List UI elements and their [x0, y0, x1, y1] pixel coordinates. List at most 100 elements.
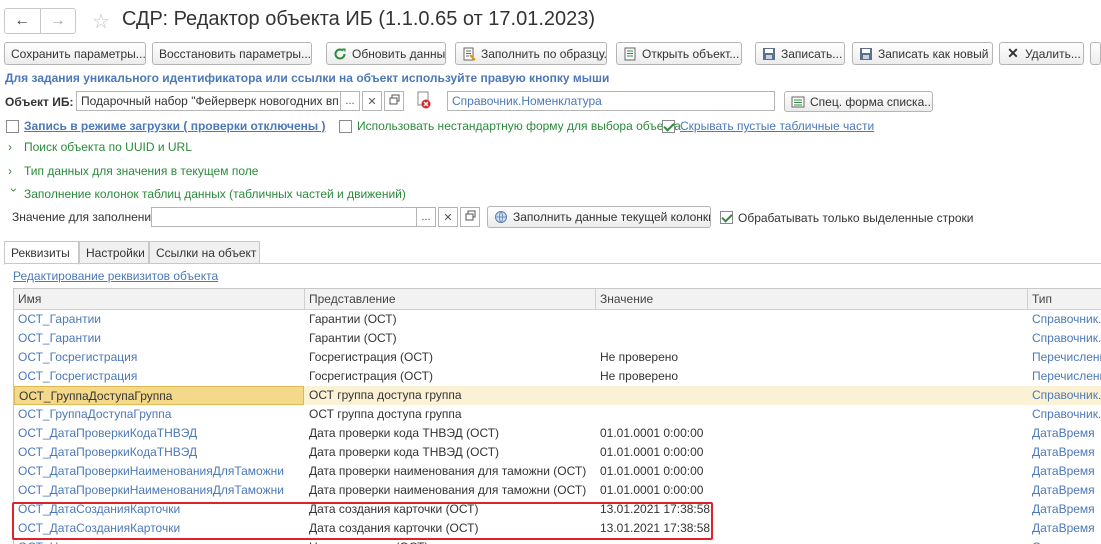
column-header-name[interactable]: Имя	[14, 289, 305, 309]
fill-clear-button[interactable]: ✕	[438, 207, 458, 227]
cell-presentation: Госрегистрация (ОСТ)	[309, 369, 433, 383]
cell-name: ОСТ_ГруппаДоступаГруппа	[18, 407, 172, 421]
cell-name: ОСТ_ДатаПроверкиКодаТНВЭД	[18, 445, 198, 459]
fill-sample-icon	[462, 47, 476, 61]
open-button[interactable]	[384, 91, 404, 111]
section-data-type[interactable]: › Тип данных для значения в текущем поле	[8, 164, 258, 178]
clear-button[interactable]: ✕	[362, 91, 382, 111]
cell-presentation: Дата проверки кода ТНВЭД (ОСТ)	[309, 426, 500, 440]
forward-button[interactable]: →	[39, 9, 76, 33]
open-object-button[interactable]: Открыть объект...	[616, 42, 742, 65]
window-title: СДР: Редактор объекта ИБ (1.1.0.65 от 17…	[122, 8, 596, 30]
restore-params-button[interactable]: Восстановить параметры...	[152, 42, 312, 65]
cell-value: 01.01.0001 0:00:00	[600, 445, 704, 459]
cell-name: ОСТ_ДатаПроверкиНаименованияДляТаможни	[18, 483, 284, 497]
arrow-right-icon: →	[49, 12, 66, 29]
select-button[interactable]: ...	[340, 91, 360, 111]
navigation-buttons: ← →	[4, 8, 76, 34]
table-row[interactable]: ОСТ_Гарантии Гарантии (ОСТ) Справочник.С	[14, 329, 1101, 348]
cell-type: ДатаВремя	[1032, 426, 1095, 440]
tab-requisites[interactable]: Реквизиты	[4, 241, 79, 265]
cell-value: Не проверено	[600, 350, 679, 364]
open-window-icon	[465, 210, 476, 224]
tab-settings[interactable]: Настройки	[79, 241, 149, 264]
cell-value	[596, 310, 1026, 329]
write-as-new-label: Записать как новый	[878, 46, 989, 61]
favorite-star-icon[interactable]: ☆	[92, 9, 110, 34]
column-header-value[interactable]: Значение	[596, 289, 1028, 309]
cell-name: ОСТ_Госрегистрация	[18, 350, 138, 364]
refresh-button[interactable]: Обновить данные	[326, 42, 446, 65]
tab-settings-label: Настройки	[86, 246, 145, 260]
cell-value: Не проверено	[600, 369, 679, 383]
object-label: Объект ИБ:	[5, 95, 74, 109]
cell-value	[596, 405, 1026, 424]
list-form-icon	[791, 95, 805, 109]
fill-select-button[interactable]: ...	[416, 207, 436, 227]
cell-type: ДатаВремя	[1032, 464, 1095, 478]
cell-value	[596, 386, 1026, 405]
arrow-left-icon: ←	[14, 12, 31, 29]
write-button[interactable]: Записать...	[755, 42, 845, 65]
cell-type: ДатаВремя	[1032, 521, 1095, 535]
open-object-label: Открыть объект...	[642, 46, 740, 61]
floppy-icon	[762, 47, 776, 61]
ellipsis-icon: ...	[421, 211, 431, 223]
table-row[interactable]: ОСТ_ГруппаДоступаГруппа ОСТ группа доступ…	[14, 386, 1101, 405]
cell-type: Справочник.С	[1032, 331, 1101, 345]
only-selected-checkbox[interactable]	[720, 211, 733, 224]
table-row[interactable]: ОСТ_ГруппаДоступаГруппа ОСТ группа доступ…	[14, 405, 1101, 424]
column-header-presentation[interactable]: Представление	[305, 289, 596, 309]
section-search-uuid[interactable]: › Поиск объекта по UUID и URL	[8, 140, 192, 154]
section-fill-columns[interactable]: › Заполнение колонок таблиц данных (табл…	[7, 187, 406, 201]
load-mode-label[interactable]: Запись в режиме загрузки ( проверки откл…	[24, 119, 326, 133]
tab-links[interactable]: Ссылки на объект	[149, 241, 260, 264]
write-new-icon	[859, 47, 873, 61]
tab-divider	[4, 263, 1101, 264]
save-params-label: Сохранить параметры...	[11, 46, 146, 61]
spec-form-button[interactable]: Спец. форма списка...	[784, 91, 933, 112]
fill-column-button[interactable]: Заполнить данные текущей колонки	[487, 206, 711, 228]
table-row[interactable]: ОСТ_Госрегистрация Госрегистрация (ОСТ) Не…	[14, 348, 1101, 367]
edit-requisites-link[interactable]: Редактирование реквизитов объекта	[13, 269, 218, 283]
write-label: Записать...	[781, 46, 843, 61]
table-row[interactable]: ОСТ_ДатаПроверкиНаименованияДляТаможни Да…	[14, 462, 1101, 481]
chevron-right-icon: ›	[8, 140, 12, 154]
back-button[interactable]: ←	[5, 9, 40, 33]
table-header: Имя Представление Значение Тип	[14, 289, 1101, 310]
cell-value: 01.01.0001 0:00:00	[600, 426, 704, 440]
object-type-field[interactable]: Справочник.Номенклатура	[447, 91, 775, 111]
close-x-icon: ✕	[1007, 45, 1019, 61]
fill-open-button[interactable]	[460, 207, 480, 227]
table-row[interactable]: ОСТ_Гарантии Гарантии (ОСТ) Справочник.С	[14, 310, 1101, 329]
cell-name: ОСТ_ДатаПроверкиНаименованияДляТаможни	[18, 464, 284, 478]
hide-empty-label[interactable]: Скрывать пустые табличные части	[680, 119, 874, 133]
fill-value-field[interactable]	[151, 207, 417, 227]
cell-type: Справочник.Г	[1032, 407, 1101, 421]
cell-name: ОСТ_ДатаПроверкиКодаТНВЭД	[18, 426, 198, 440]
hide-empty-checkbox[interactable]	[662, 120, 675, 133]
table-row[interactable]: ОСТ_ДатаПроверкиКодаТНВЭД Дата проверки к…	[14, 424, 1101, 443]
more-button[interactable]	[1090, 42, 1101, 65]
write-as-new-button[interactable]: Записать как новый ▼	[852, 42, 993, 65]
fill-by-sample-button[interactable]: Заполнить по образцу...	[455, 42, 607, 65]
table-row[interactable]: ОСТ_Госрегистрация Госрегистрация (ОСТ) Не…	[14, 367, 1101, 386]
delete-label: Удалить...	[1025, 46, 1081, 61]
clear-type-button[interactable]	[414, 91, 434, 111]
ellipsis-icon: ...	[345, 95, 355, 107]
chevron-down-icon: ›	[7, 188, 21, 192]
cell-presentation: Дата проверки наименования для таможни (…	[309, 464, 587, 478]
restore-params-label: Восстановить параметры...	[159, 46, 312, 61]
save-params-button[interactable]: Сохранить параметры...	[4, 42, 146, 65]
only-selected-label[interactable]: Обрабатывать только выделенные строки	[738, 211, 973, 225]
delete-button[interactable]: ✕ Удалить...	[999, 42, 1084, 65]
nonstandard-form-checkbox[interactable]	[339, 120, 352, 133]
nonstandard-form-label[interactable]: Использовать нестандартную форму для выб…	[357, 119, 681, 133]
table-row[interactable]: ОСТ_ДатаПроверкиНаименованияДляТаможни Да…	[14, 481, 1101, 500]
object-field[interactable]: Подарочный набор "Фейерверк новогодних в…	[76, 91, 341, 111]
cell-type: Перечисление	[1032, 369, 1101, 383]
load-mode-checkbox[interactable]	[6, 120, 19, 133]
column-header-type[interactable]: Тип	[1028, 289, 1101, 309]
table-row[interactable]: ОСТ_ДатаПроверкиКодаТНВЭД Дата проверки к…	[14, 443, 1101, 462]
cell-type: ДатаВремя	[1032, 445, 1095, 459]
